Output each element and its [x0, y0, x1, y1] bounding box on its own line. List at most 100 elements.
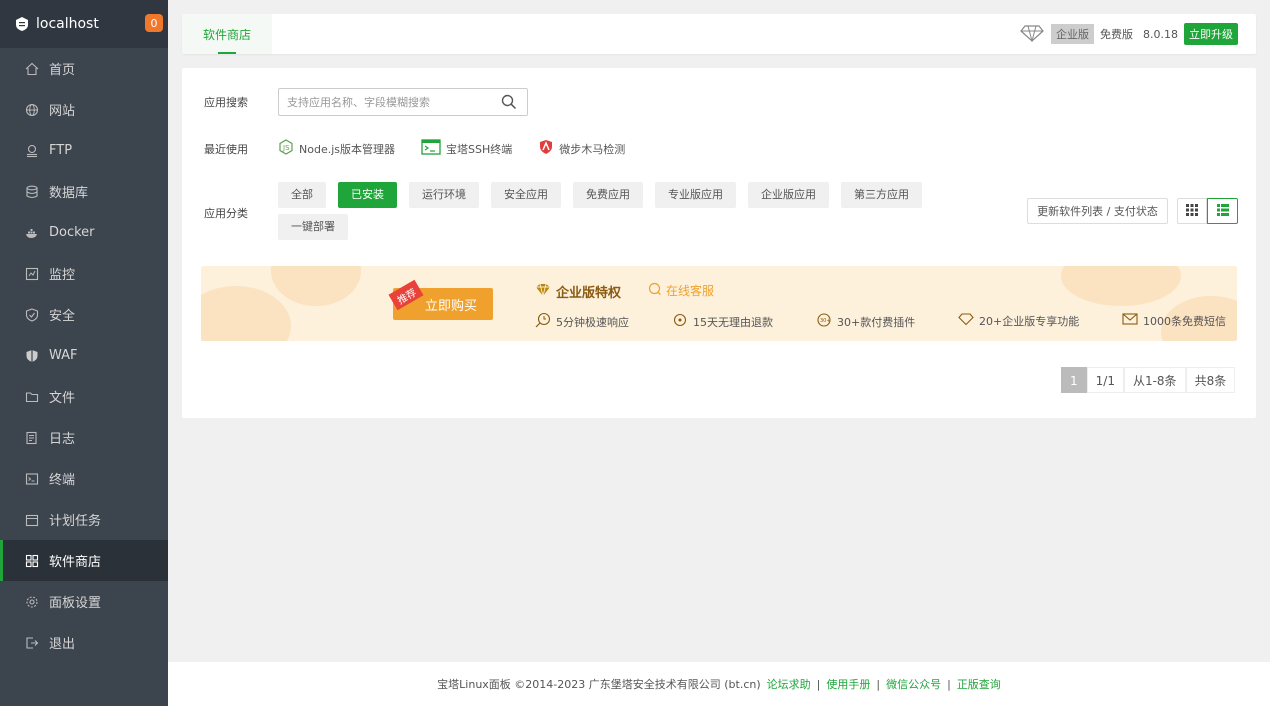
feature-item: 30+ 30+款付费插件 — [816, 312, 915, 331]
globe-icon — [24, 102, 40, 118]
feature-label: 1000条免费短信 — [1143, 314, 1226, 328]
feature-label: 5分钟极速响应 — [556, 315, 629, 329]
recent-app-trojan[interactable]: 微步木马检测 — [538, 139, 625, 158]
version-number: 8.0.18 — [1143, 27, 1178, 41]
notification-badge[interactable]: 0 — [145, 14, 163, 32]
category-free[interactable]: 免费应用 — [573, 182, 643, 208]
buy-now-label: 立即购买 — [424, 298, 477, 314]
sidebar-item-label: 软件商店 — [49, 555, 102, 570]
recent-apps: JS Node.js版本管理器 宝塔SSH终端 微步木马检测 — [278, 139, 625, 158]
diamond-icon — [1019, 24, 1045, 45]
footer-link-forum[interactable]: 论坛求助 — [767, 676, 811, 692]
feature-item: 1000条免费短信 — [1122, 312, 1226, 329]
feature-item: 20+企业版专享功能 — [958, 312, 1079, 329]
gear-icon — [24, 594, 40, 610]
sidebar-item-label: 计划任务 — [49, 514, 102, 529]
sidebar-item-label: Docker — [49, 225, 95, 240]
mail-icon — [1122, 312, 1138, 329]
sidebar-item-settings[interactable]: 面板设置 — [0, 581, 168, 622]
footer: 宝塔Linux面板 ©2014-2023 广东堡塔安全技术有限公司 (bt.cn… — [168, 662, 1270, 706]
diamond-icon — [958, 312, 974, 329]
server-icon — [14, 16, 30, 32]
docker-icon — [24, 225, 40, 241]
sidebar-item-label: WAF — [49, 348, 78, 363]
nodejs-icon: JS — [278, 139, 294, 158]
page-current[interactable]: 1 — [1061, 367, 1087, 393]
top-bar: 软件商店 企业版 免费版 8.0.18 立即升级 — [182, 14, 1256, 54]
upgrade-button[interactable]: 立即升级 — [1184, 23, 1238, 45]
svg-text:30+: 30+ — [820, 318, 831, 324]
enterprise-tag[interactable]: 企业版 — [1051, 24, 1094, 44]
host-name: localhost — [36, 16, 99, 32]
category-one-click[interactable]: 一键部署 — [278, 214, 348, 240]
sidebar-item-files[interactable]: 文件 — [0, 376, 168, 417]
sidebar-item-cron[interactable]: 计划任务 — [0, 499, 168, 540]
sidebar-item-label: 数据库 — [49, 186, 89, 201]
list-view-button[interactable] — [1207, 198, 1238, 224]
sidebar-item-label: 日志 — [49, 432, 76, 447]
search-placeholder: 支持应用名称、字段模糊搜索 — [287, 96, 430, 109]
calendar-icon — [24, 512, 40, 528]
sidebar-item-ftp[interactable]: FTP — [0, 130, 168, 171]
sidebar-item-monitor[interactable]: 监控 — [0, 253, 168, 294]
category-all[interactable]: 全部 — [278, 182, 326, 208]
recent-app-label: 宝塔SSH终端 — [446, 142, 513, 156]
sidebar-item-logs[interactable]: 日志 — [0, 417, 168, 458]
recent-app-ssh[interactable]: 宝塔SSH终端 — [421, 139, 512, 158]
sidebar-item-home[interactable]: 首页 — [0, 48, 168, 89]
version-info: 企业版 免费版 8.0.18 立即升级 — [1019, 23, 1238, 45]
terminal-icon — [24, 471, 40, 487]
enterprise-banner: 立即购买 推荐 企业版特权 在线客服 5分钟极速响应 15天无理由退款 30+ … — [201, 266, 1237, 341]
list-view-icon — [1216, 203, 1229, 219]
store-panel: 应用搜索 支持应用名称、字段模糊搜索 最近使用 JS Node.js版本管理器 … — [182, 68, 1256, 418]
sidebar-item-store[interactable]: 软件商店 — [0, 540, 168, 581]
ftp-icon — [24, 143, 40, 159]
sidebar: localhost 0 首页 网站 FTP 数据库 Docker 监控 安全 W… — [0, 0, 168, 706]
recent-app-nodejs[interactable]: JS Node.js版本管理器 — [278, 139, 395, 158]
tab-software-store[interactable]: 软件商店 — [182, 14, 272, 54]
feature-label: 15天无理由退款 — [693, 315, 773, 329]
sidebar-item-website[interactable]: 网站 — [0, 89, 168, 130]
crown-icon — [535, 283, 551, 301]
sidebar-item-logout[interactable]: 退出 — [0, 622, 168, 663]
sidebar-item-label: 安全 — [49, 309, 76, 324]
refresh-software-list-button[interactable]: 更新软件列表 / 支付状态 — [1027, 198, 1168, 224]
search-input[interactable]: 支持应用名称、字段模糊搜索 — [278, 88, 528, 116]
log-icon — [24, 430, 40, 446]
monitor-icon — [24, 266, 40, 282]
sidebar-item-label: 监控 — [49, 268, 76, 283]
sidebar-item-label: FTP — [49, 143, 73, 158]
home-icon — [24, 61, 40, 77]
sidebar-item-docker[interactable]: Docker — [0, 212, 168, 253]
terminal-icon — [421, 139, 441, 158]
grid-view-button[interactable] — [1177, 198, 1207, 224]
footer-link-wechat[interactable]: 微信公众号 — [886, 676, 941, 692]
category-runtime[interactable]: 运行环境 — [409, 182, 479, 208]
sidebar-item-label: 面板设置 — [49, 596, 102, 611]
category-label: 应用分类 — [204, 207, 248, 220]
host-brand[interactable]: localhost 0 — [0, 0, 168, 48]
search-icon[interactable] — [501, 94, 517, 113]
footer-link-verify[interactable]: 正版查询 — [957, 676, 1001, 692]
sidebar-item-database[interactable]: 数据库 — [0, 171, 168, 212]
sidebar-item-label: 终端 — [49, 473, 76, 488]
footer-copyright: 宝塔Linux面板 ©2014-2023 广东堡塔安全技术有限公司 (bt.cn… — [437, 678, 761, 691]
category-enterprise[interactable]: 企业版应用 — [748, 182, 829, 208]
sidebar-item-terminal[interactable]: 终端 — [0, 458, 168, 499]
recent-app-label: Node.js版本管理器 — [299, 142, 395, 156]
pagination: 1 1/1 从1-8条 共8条 — [1061, 367, 1236, 393]
footer-link-manual[interactable]: 使用手册 — [826, 676, 870, 692]
banner-decoration — [271, 266, 361, 306]
shield-icon — [24, 307, 40, 323]
sidebar-item-security[interactable]: 安全 — [0, 294, 168, 335]
waf-icon — [24, 348, 40, 364]
category-installed[interactable]: 已安装 — [338, 182, 397, 208]
category-security[interactable]: 安全应用 — [491, 182, 561, 208]
category-third-party[interactable]: 第三方应用 — [841, 182, 922, 208]
sidebar-item-waf[interactable]: WAF — [0, 335, 168, 376]
svg-text:JS: JS — [282, 144, 290, 152]
category-filters: 全部 已安装 运行环境 安全应用 免费应用 专业版应用 企业版应用 第三方应用一键部署 — [278, 182, 968, 246]
online-service-link[interactable]: 在线客服 — [648, 282, 714, 299]
chat-icon — [648, 282, 662, 299]
category-pro[interactable]: 专业版应用 — [655, 182, 736, 208]
